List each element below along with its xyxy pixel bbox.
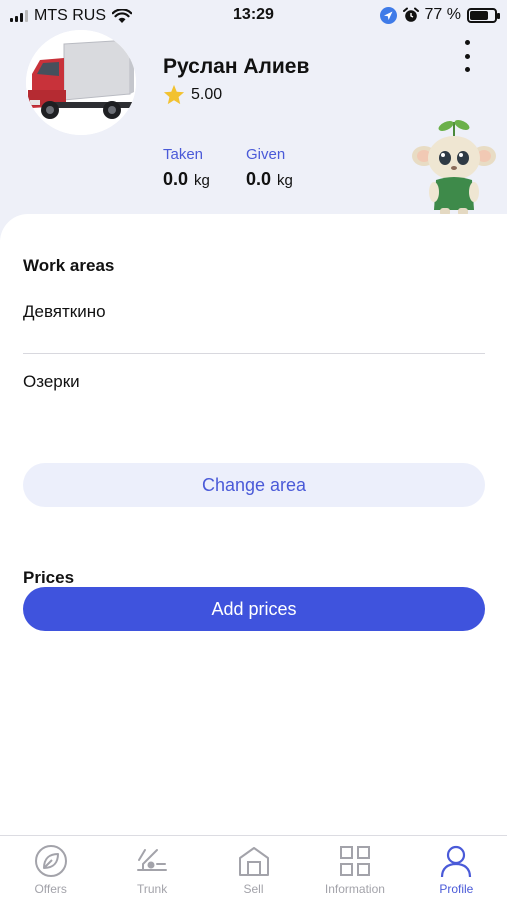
more-options-icon[interactable] bbox=[458, 38, 476, 74]
tab-information[interactable]: Information bbox=[304, 836, 405, 900]
tab-label: Offers bbox=[34, 882, 67, 896]
tab-label: Sell bbox=[243, 882, 264, 896]
given-value: 0.0 bbox=[246, 169, 272, 189]
sell-icon bbox=[238, 847, 269, 876]
alarm-icon bbox=[402, 7, 419, 22]
divider bbox=[23, 353, 485, 354]
work-areas-title: Work areas bbox=[23, 256, 115, 275]
bottom-tab-bar: Offers Trunk Sell Information Profile bbox=[0, 835, 507, 900]
battery-level bbox=[470, 10, 489, 20]
taken-stat: Taken 0.0 kg bbox=[163, 146, 210, 190]
mascot-icon bbox=[412, 120, 496, 216]
tab-label: Information bbox=[324, 882, 385, 896]
work-area-item[interactable]: Девяткино bbox=[23, 302, 106, 322]
trunk-icon bbox=[137, 849, 168, 871]
tab-trunk[interactable]: Trunk bbox=[101, 836, 202, 900]
taken-unit: kg bbox=[194, 172, 210, 189]
change-area-button[interactable]: Change area bbox=[23, 463, 485, 507]
star-icon bbox=[163, 84, 185, 105]
location-icon bbox=[379, 6, 397, 24]
tab-sell[interactable]: Sell bbox=[203, 836, 304, 900]
given-stat: Given 0.0 kg bbox=[246, 146, 293, 190]
prices-title: Prices bbox=[23, 568, 75, 587]
offers-icon bbox=[34, 845, 67, 877]
add-prices-button[interactable]: Add prices bbox=[23, 587, 485, 631]
grid-icon bbox=[339, 846, 370, 876]
profile-icon bbox=[441, 845, 472, 878]
truck-avatar-icon bbox=[26, 30, 136, 135]
battery-icon bbox=[467, 7, 500, 23]
given-label: Given bbox=[246, 146, 286, 163]
avatar[interactable] bbox=[26, 30, 136, 135]
tab-profile[interactable]: Profile bbox=[406, 836, 507, 900]
battery-percent: 77 % bbox=[424, 6, 461, 23]
tab-label: Profile bbox=[439, 882, 474, 896]
rating-value: 5.00 bbox=[191, 85, 223, 103]
rating: 5.00 bbox=[163, 84, 222, 105]
taken-label: Taken bbox=[163, 146, 204, 163]
given-unit: kg bbox=[277, 172, 293, 189]
user-name: Руслан Алиев bbox=[163, 55, 310, 78]
status-bar: MTS RUS 13:29 77 % bbox=[0, 0, 507, 32]
tab-offers[interactable]: Offers bbox=[0, 836, 101, 900]
tab-label: Trunk bbox=[136, 882, 168, 896]
work-area-item[interactable]: Озерки bbox=[23, 372, 80, 392]
taken-value: 0.0 bbox=[163, 169, 189, 189]
status-right: 77 % bbox=[379, 6, 500, 24]
